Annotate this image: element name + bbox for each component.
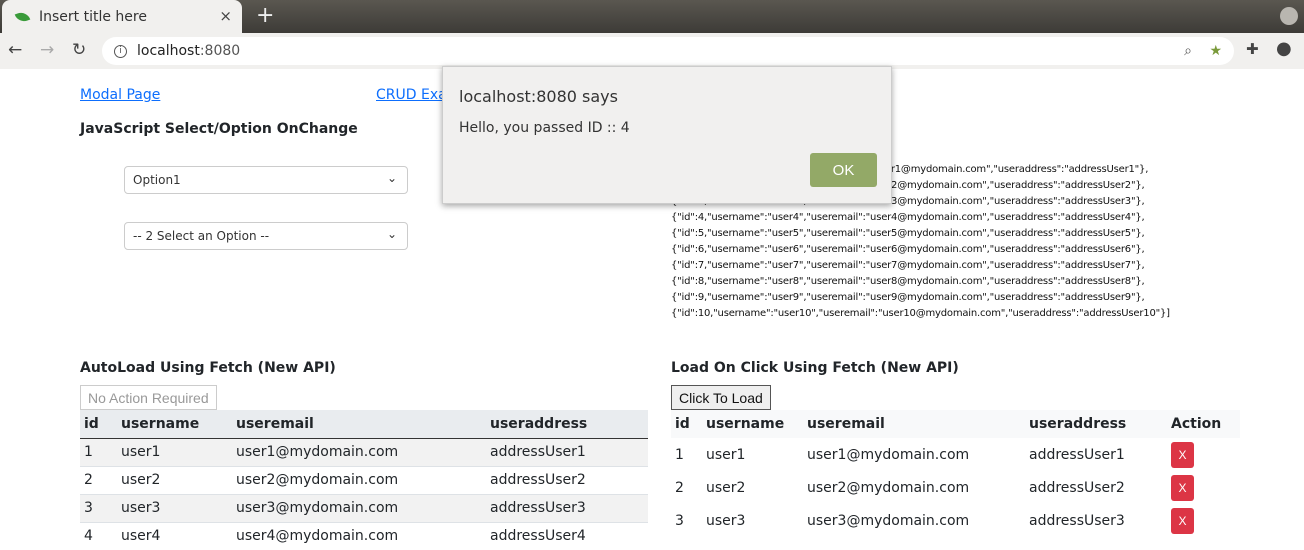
column-header: useraddress	[1025, 410, 1167, 438]
action-cell: X	[1167, 471, 1240, 504]
window-control-button[interactable]	[1280, 7, 1298, 25]
table-cell: addressUser2	[486, 465, 648, 494]
back-icon[interactable]: ←	[8, 40, 22, 60]
crud-example-link[interactable]: CRUD Exa	[376, 87, 447, 103]
table-row: 3 user3 user3@mydomain.com addressUser3 X	[671, 504, 1240, 537]
table-cell: 3	[675, 512, 684, 529]
table-cell: user1	[117, 437, 232, 466]
table-cell: addressUser3	[1029, 512, 1125, 529]
table-cell: addressUser1	[1029, 446, 1125, 463]
json-line: {"id":9,"username":"user9","useremail":"…	[671, 292, 1145, 303]
action-cell: X	[1167, 504, 1240, 537]
json-line: {"id":5,"username":"user5","useremail":"…	[671, 228, 1145, 239]
url-port: :8080	[199, 43, 241, 59]
chevron-down-icon: ⌄	[386, 171, 397, 185]
tab-bar: Insert title here × +	[0, 0, 1304, 33]
table-cell: user2	[117, 465, 232, 494]
autoload-table: id username useremail useraddress 1 user1 user…	[80, 410, 648, 550]
table-cell: 2	[80, 465, 117, 494]
dialog-title: localhost:8080 says	[459, 87, 618, 106]
column-header: useremail	[232, 410, 486, 439]
select-option2[interactable]: -- 2 Select an Option -- ⌄	[124, 222, 408, 250]
select2-value: -- 2 Select an Option --	[133, 229, 270, 243]
url-host: localhost	[137, 43, 200, 59]
column-header: username	[702, 410, 803, 438]
reload-icon[interactable]: ↻	[72, 40, 86, 60]
table-row: 4 user4 user4@mydomain.com addressUser4	[80, 521, 648, 550]
spring-leaf-icon	[14, 9, 31, 24]
select1-value: Option1	[133, 173, 181, 187]
modal-page-link[interactable]: Modal Page	[80, 87, 160, 103]
json-line: {"id":4,"username":"user4","useremail":"…	[671, 212, 1145, 223]
table-cell: 2	[675, 479, 684, 496]
close-tab-icon[interactable]: ×	[219, 7, 232, 25]
action-cell: X	[1167, 438, 1240, 471]
table-cell: user4@mydomain.com	[232, 521, 486, 550]
table-cell: user1@mydomain.com	[807, 446, 970, 463]
column-header: useraddress	[486, 410, 648, 439]
extensions-icon[interactable]: ✚	[1246, 40, 1259, 58]
address-bar[interactable]: i localhost:8080 ⌕ ★	[102, 37, 1234, 65]
delete-button[interactable]: X	[1171, 441, 1194, 468]
tab-title: Insert title here	[39, 8, 147, 25]
table-cell: addressUser3	[486, 493, 648, 522]
column-header: id	[671, 410, 702, 438]
table-cell: user1	[706, 446, 746, 463]
table-cell: user3@mydomain.com	[807, 512, 970, 529]
json-line: {"id":6,"username":"user6","useremail":"…	[671, 244, 1145, 255]
select-option1[interactable]: Option1 ⌄	[124, 166, 408, 194]
table-cell: 3	[80, 493, 117, 522]
browser-toolbar: ← → ↻ i localhost:8080 ⌕ ★ ✚ ●	[0, 33, 1304, 69]
forward-icon[interactable]: →	[40, 40, 54, 60]
table-cell: user3	[117, 493, 232, 522]
table-cell: user3	[706, 512, 746, 529]
dialog-message: Hello, you passed ID :: 4	[459, 120, 630, 136]
table-cell: user1@mydomain.com	[232, 437, 486, 466]
table-cell: addressUser2	[1029, 479, 1125, 496]
chevron-down-icon: ⌄	[386, 227, 397, 241]
json-line: {"id":8,"username":"user8","useremail":"…	[671, 276, 1145, 287]
browser-tab[interactable]: Insert title here ×	[2, 0, 242, 33]
table-row: 3 user3 user3@mydomain.com addressUser3	[80, 493, 648, 522]
table-cell: 1	[80, 437, 117, 466]
table-cell: user2@mydomain.com	[807, 479, 970, 496]
select-section-title: JavaScript Select/Option OnChange	[80, 121, 358, 137]
table-row: 1 user1 user1@mydomain.com addressUser1 X	[671, 438, 1240, 471]
table-cell: addressUser4	[486, 521, 648, 550]
table-row: 2 user2 user2@mydomain.com addressUser2 X	[671, 471, 1240, 504]
table-row: 2 user2 user2@mydomain.com addressUser2	[80, 465, 648, 494]
table-cell: 1	[675, 446, 684, 463]
zoom-icon[interactable]: ⌕	[1184, 43, 1192, 59]
bookmark-star-icon[interactable]: ★	[1209, 43, 1222, 59]
ok-button[interactable]: OK	[810, 153, 877, 187]
table-cell: user4	[117, 521, 232, 550]
profile-icon[interactable]: ●	[1276, 38, 1292, 59]
table-cell: addressUser1	[486, 437, 648, 466]
onclick-title: Load On Click Using Fetch (New API)	[671, 360, 959, 376]
json-line: {"id":10,"username":"user10","useremail"…	[671, 308, 1170, 319]
delete-button[interactable]: X	[1171, 474, 1194, 501]
delete-button[interactable]: X	[1171, 507, 1194, 534]
onclick-table: id username useremail useraddress Action 1 use…	[671, 410, 1240, 537]
column-header: useremail	[803, 410, 1025, 438]
column-header: id	[80, 410, 117, 439]
table-cell: user2	[706, 479, 746, 496]
table-cell: user3@mydomain.com	[232, 493, 486, 522]
no-action-button[interactable]: No Action Required	[80, 385, 217, 410]
column-header: Action	[1167, 410, 1240, 438]
table-row: 1 user1 user1@mydomain.com addressUser1	[80, 437, 648, 466]
autoload-title: AutoLoad Using Fetch (New API)	[80, 360, 336, 376]
new-tab-button[interactable]: +	[256, 3, 274, 28]
json-line: {"id":7,"username":"user7","useremail":"…	[671, 260, 1145, 271]
click-to-load-button[interactable]: Click To Load	[671, 385, 771, 410]
table-cell: 4	[80, 521, 117, 550]
alert-dialog: localhost:8080 says Hello, you passed ID…	[442, 66, 892, 204]
info-icon[interactable]: i	[114, 44, 127, 58]
table-cell: user2@mydomain.com	[232, 465, 486, 494]
column-header: username	[117, 410, 232, 439]
